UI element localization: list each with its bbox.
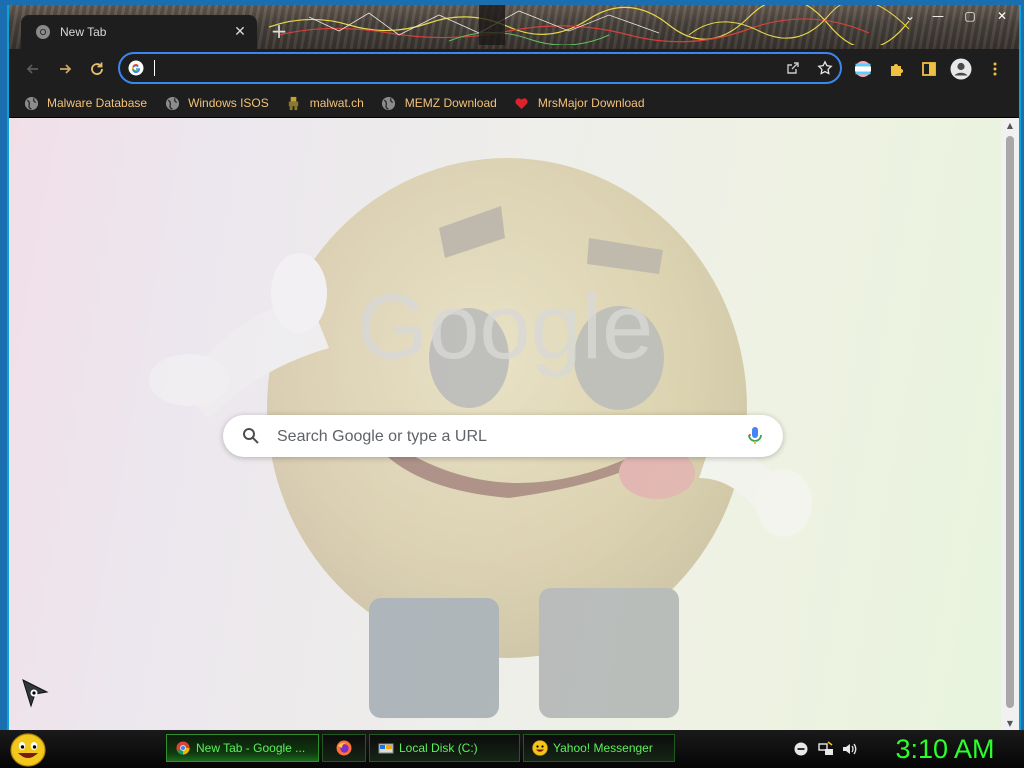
back-arrow-icon xyxy=(26,64,38,74)
forward-arrow-icon xyxy=(60,64,72,74)
address-bar[interactable] xyxy=(118,52,842,84)
bookmark-malware-database[interactable]: Malware Database xyxy=(23,92,147,114)
tray-messenger-icon[interactable] xyxy=(792,740,810,758)
browser-window: New Tab ✕ + ⌄ — ▢ ✕ Malware Database Win… xyxy=(7,5,1021,730)
google-g-icon xyxy=(128,60,144,76)
bookmarks-bar: Malware Database Windows ISOS malwat.ch … xyxy=(9,89,1019,117)
profile-avatar-icon[interactable] xyxy=(949,57,973,81)
taskbar-item-label: Local Disk (C:) xyxy=(399,741,478,755)
browser-toolbar xyxy=(9,49,1019,89)
drive-icon xyxy=(378,740,394,756)
bookmark-label: malwat.ch xyxy=(309,96,364,110)
page-scrollbar[interactable]: ▲ ▼ xyxy=(1001,118,1019,730)
reload-button[interactable] xyxy=(83,55,111,83)
minimize-button[interactable]: — xyxy=(925,7,951,25)
search-icon xyxy=(243,428,259,444)
start-button-smiley-icon[interactable] xyxy=(8,731,48,767)
title-bar[interactable]: New Tab ✕ + ⌄ — ▢ ✕ xyxy=(9,5,1019,49)
taskbar-item-firefox[interactable] xyxy=(322,734,366,762)
tab-close-icon[interactable]: ✕ xyxy=(231,23,249,41)
bookmark-label: MrsMajor Download xyxy=(537,96,645,110)
bookmark-label: Windows ISOS xyxy=(188,96,269,110)
scroll-down-arrow-icon[interactable]: ▼ xyxy=(1001,716,1019,730)
firefox-icon xyxy=(336,740,352,756)
bookmark-label: Malware Database xyxy=(47,96,148,110)
figure-icon xyxy=(286,95,302,111)
reload-icon xyxy=(91,62,103,75)
microphone-icon[interactable] xyxy=(745,425,765,447)
taskbar-item-chrome[interactable]: New Tab - Google ... xyxy=(166,734,319,762)
address-input[interactable] xyxy=(152,57,736,79)
chrome-icon xyxy=(175,740,191,756)
tab-search-button[interactable]: ⌄ xyxy=(899,7,921,25)
bookmark-memz-download[interactable]: MEMZ Download xyxy=(381,92,497,114)
share-icon[interactable] xyxy=(782,58,804,78)
heart-icon xyxy=(514,95,530,111)
title-bar-decoration xyxy=(269,5,910,45)
network-icon[interactable] xyxy=(817,740,835,758)
chrome-icon xyxy=(35,24,51,40)
search-input[interactable] xyxy=(275,425,719,449)
scroll-thumb[interactable] xyxy=(1006,136,1014,708)
puzzle-icon[interactable] xyxy=(885,57,909,81)
google-logo: Google xyxy=(357,276,654,378)
maximize-button[interactable]: ▢ xyxy=(957,7,983,25)
forward-button[interactable] xyxy=(51,55,79,83)
globe-icon xyxy=(381,95,397,111)
tab-new-tab[interactable]: New Tab ✕ xyxy=(21,15,257,49)
scroll-up-arrow-icon[interactable]: ▲ xyxy=(1001,118,1019,132)
taskbar-item-yahoo-messenger[interactable]: Yahoo! Messenger xyxy=(523,734,675,762)
bookmark-star-icon[interactable] xyxy=(814,58,836,78)
taskbar-clock[interactable]: 3:10 AM xyxy=(872,732,1018,766)
mouse-pointer-icon xyxy=(22,679,49,708)
globe-icon xyxy=(164,95,180,111)
menu-kebab-icon[interactable] xyxy=(983,57,1007,81)
window-controls: — ▢ ✕ xyxy=(919,7,1015,25)
globe-icon xyxy=(23,95,39,111)
smiley-icon xyxy=(532,740,548,756)
new-tab-button[interactable]: + xyxy=(267,19,291,43)
side-panel-icon[interactable] xyxy=(917,57,941,81)
google-search-box[interactable] xyxy=(223,415,783,457)
taskbar-item-local-disk[interactable]: Local Disk (C:) xyxy=(369,734,520,762)
bookmark-label: MEMZ Download xyxy=(404,96,497,110)
taskbar-item-label: Yahoo! Messenger xyxy=(553,741,653,755)
volume-icon[interactable] xyxy=(840,740,858,758)
taskbar-item-label: New Tab - Google ... xyxy=(196,741,306,755)
bookmark-windows-isos[interactable]: Windows ISOS xyxy=(164,92,269,114)
text-caret xyxy=(154,60,155,76)
bookmark-mrsmajor-download[interactable]: MrsMajor Download xyxy=(514,92,645,114)
close-window-button[interactable]: ✕ xyxy=(989,7,1015,25)
taskbar: New Tab - Google ... Local Disk (C:) Yah… xyxy=(0,730,1024,768)
back-button[interactable] xyxy=(19,55,47,83)
new-tab-page: Google xyxy=(9,118,1001,730)
bookmark-malwatch[interactable]: malwat.ch xyxy=(286,92,364,114)
tab-title: New Tab xyxy=(60,25,107,39)
flag-extension-icon[interactable] xyxy=(851,57,875,81)
